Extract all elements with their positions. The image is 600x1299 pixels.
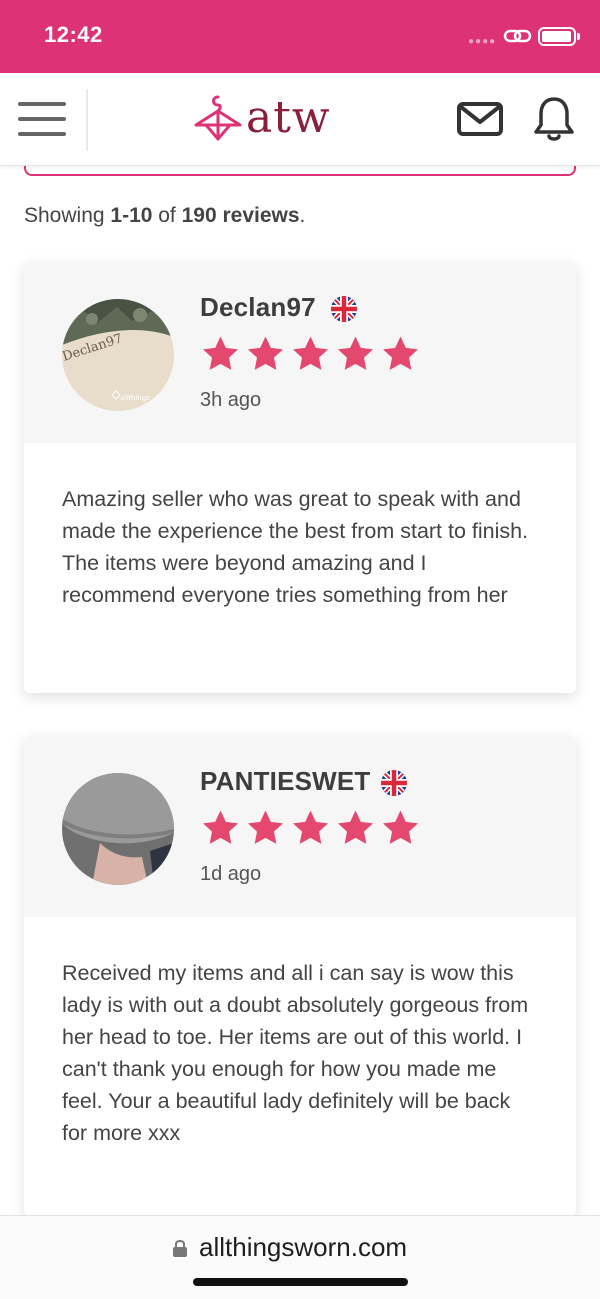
status-time: 12:42 [44,22,103,47]
star-icon [203,810,238,844]
home-indicator[interactable] [193,1278,408,1286]
brand-name: atw [246,91,331,143]
review-time: 3h ago [200,389,262,411]
url-text[interactable]: allthingsworn.com [199,1232,407,1263]
bell-icon[interactable] [531,95,577,143]
review-header: PANTIESWET 1d ago [24,736,576,917]
star-icon [338,336,373,370]
uk-flag-icon [381,770,407,796]
app-header: atw [0,73,600,166]
star-icon [338,810,373,844]
star-icon [383,810,418,844]
star-rating [200,334,421,374]
review-text: Received my items and all i can say is w… [62,961,529,1145]
brand-logo[interactable]: atw [192,87,331,147]
star-rating [200,808,421,848]
hanger-logo-icon [194,95,242,141]
status-bar: 12:42 ●●●● [0,0,600,73]
avatar[interactable]: Declan97 allthings [62,299,174,411]
star-icon [203,336,238,370]
star-icon [293,336,328,370]
avatar-watermark: allthings [120,394,150,402]
results-range: 1-10 [110,204,153,227]
lock-icon [173,1240,187,1257]
battery-icon [538,27,580,46]
star-icon [248,810,283,844]
avatar[interactable] [62,773,174,885]
browser-url-bar[interactable]: allthingsworn.com [0,1215,600,1299]
uk-flag-icon [331,296,357,322]
review-card: PANTIESWET 1d ago Received my items and … [24,736,576,1216]
review-header: Declan97 allthings Declan97 3h ago [24,262,576,443]
results-total: 190 reviews [181,204,300,227]
menu-button[interactable] [18,100,68,140]
link-icon [503,29,532,43]
reviewer-name[interactable]: PANTIESWET [200,766,371,797]
reviewer-name[interactable]: Declan97 [200,292,316,323]
star-icon [248,336,283,370]
review-text: Amazing seller who was great to speak wi… [62,487,529,607]
review-card: Declan97 allthings Declan97 3h ago Amazi… [24,262,576,693]
review-time: 1d ago [200,863,262,885]
header-divider [86,89,88,151]
mail-icon[interactable] [456,101,504,137]
signal-icon: ●●●● [468,36,497,47]
results-summary: Showing 1-10 of 190 reviews. [24,204,306,227]
star-icon [383,336,418,370]
star-icon [293,810,328,844]
